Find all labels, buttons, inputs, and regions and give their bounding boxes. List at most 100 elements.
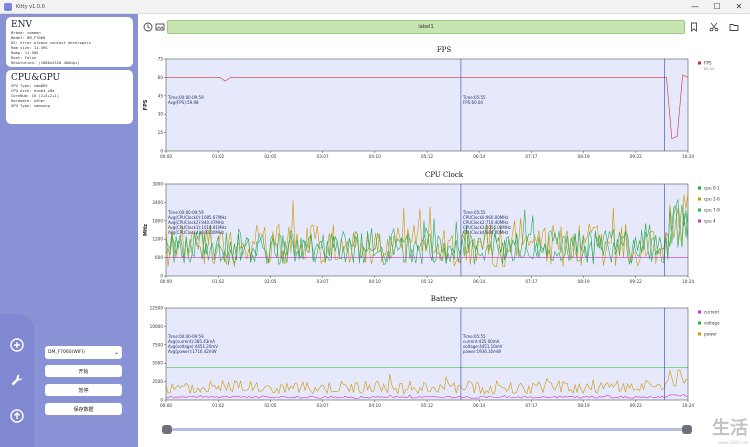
- y-axis-label: MHz: [143, 224, 149, 236]
- cpu-gpu-title: CPU&GPU: [11, 73, 61, 83]
- x-tick-label: 00:00: [160, 279, 172, 284]
- x-tick-label: 03:07: [317, 403, 329, 408]
- x-tick-label: 04:10: [369, 403, 381, 408]
- window-titlebar: Kitty v1.0.0 — ☐ ✕: [0, 0, 750, 14]
- x-tick-label: 07:17: [525, 403, 537, 408]
- window-title: Kitty v1.0.0: [16, 3, 45, 10]
- legend-swatch: [698, 197, 701, 201]
- legend-swatch: [698, 186, 701, 190]
- y-tick-label: 12500: [150, 306, 164, 311]
- cpu-clock-chart: 0 600 1200 1800 2400 3000 00:00 01:02 02:05 03:07…: [143, 182, 720, 285]
- x-tick-label: 00:00: [160, 154, 172, 159]
- timeline-start-handle[interactable]: [162, 425, 172, 434]
- x-tick-label: 08:19: [578, 403, 590, 408]
- y-tick-label: 10000: [150, 324, 164, 329]
- y-tick-label: 30: [158, 112, 164, 117]
- x-tick-label: 10:24: [682, 279, 694, 284]
- x-tick-label: 09:22: [630, 279, 642, 284]
- device-select[interactable]: DM_F7060(WIFI) ⌄: [45, 346, 122, 359]
- x-tick-label: 06:14: [473, 154, 485, 159]
- watermark-logo: 生活 www.3elife.net: [712, 414, 748, 445]
- plus-circle-icon[interactable]: [8, 336, 26, 354]
- plot-area: [165, 307, 689, 401]
- minimize-button[interactable]: —: [684, 0, 706, 14]
- legend-label: current: [704, 310, 719, 315]
- cpu-chart-title: CPU Clock: [424, 171, 464, 179]
- legend-label: cpu 4: [704, 219, 716, 224]
- legend-label: FPS: [704, 61, 712, 66]
- y-tick-label: 7500: [152, 342, 163, 347]
- env-line: Resolution: (1080x2520 400dpi): [11, 60, 80, 65]
- fps-chart-section: FPS 0 15 30 45 60 75 00:00 01:02 02:05 03:07 04:10…: [138, 46, 750, 168]
- clock-icon[interactable]: [142, 21, 154, 33]
- env-card: ENV Brand: common Model: DM_F7060 OS: er…: [6, 17, 133, 67]
- label-field[interactable]: label1: [167, 20, 685, 34]
- side-icon-strip: [0, 314, 34, 447]
- save-data-button[interactable]: 保存数据: [45, 403, 122, 415]
- x-tick-label: 09:22: [630, 154, 642, 159]
- y-tick-label: 1800: [152, 218, 163, 223]
- bookmark-icon[interactable]: [688, 21, 700, 33]
- y-tick-label: 0: [160, 274, 163, 279]
- legend-label: voltage: [704, 321, 720, 326]
- x-tick-label: 08:19: [578, 279, 590, 284]
- y-tick-label: 0: [160, 398, 163, 403]
- x-tick-label: 07:17: [525, 279, 537, 284]
- folder-icon[interactable]: [728, 21, 740, 33]
- legend-swatch: [698, 310, 701, 314]
- cpu-gpu-card: CPU&GPU CPU Type: sdm865 CPU Arch: arm64…: [6, 70, 133, 124]
- image-icon[interactable]: [154, 21, 166, 33]
- y-tick-label: 2500: [152, 379, 163, 384]
- x-tick-label: 04:10: [369, 154, 381, 159]
- x-tick-label: 06:14: [473, 403, 485, 408]
- x-tick-label: 06:14: [473, 279, 485, 284]
- env-title: ENV: [11, 20, 32, 30]
- annotation-text: Avg(CPUClock4):600.00MHz: [168, 230, 224, 235]
- close-button[interactable]: ✕: [728, 0, 750, 14]
- annotation-text: CPUClock4:600.00MHz: [463, 230, 508, 235]
- main-panel: label1 FPS 0 15 30 45 60 75 00:00 01:02 02:05 03:…: [138, 14, 750, 447]
- y-tick-label: 75: [158, 57, 164, 62]
- left-panel: ENV Brand: common Model: DM_F7060 OS: er…: [0, 14, 136, 447]
- legend-swatch: [698, 61, 701, 65]
- x-tick-label: 03:07: [317, 279, 329, 284]
- y-tick-label: 15: [158, 130, 164, 135]
- x-tick-label: 01:02: [212, 279, 224, 284]
- app-icon: [4, 2, 12, 11]
- x-tick-label: 10:24: [682, 154, 694, 159]
- legend-label: cpu 7-9: [704, 208, 720, 213]
- legend-label: cpu 0-1: [704, 186, 720, 191]
- legend-swatch: [698, 219, 701, 223]
- pause-button[interactable]: 暂停: [45, 384, 122, 396]
- wrench-icon[interactable]: [8, 371, 26, 389]
- battery-chart-section: Battery 0 2500 5000 7500 10000 12500 00:00 01:0…: [138, 295, 750, 419]
- x-tick-label: 05:12: [421, 279, 433, 284]
- y-tick-label: 60: [158, 75, 164, 80]
- x-tick-label: 02:05: [264, 403, 276, 408]
- legend-value: 60.04: [704, 67, 715, 71]
- cpu-clock-chart-section: CPU Clock 0 600 1200 1800 2400 3000 00:00 01:02…: [138, 171, 750, 295]
- x-tick-label: 02:05: [264, 154, 276, 159]
- timeline-slider[interactable]: [166, 428, 690, 431]
- chevron-down-icon: ⌄: [113, 349, 119, 356]
- maximize-button[interactable]: ☐: [706, 0, 728, 14]
- timeline-end-handle[interactable]: [682, 425, 692, 434]
- start-button[interactable]: 开始: [45, 365, 122, 377]
- y-axis-label: FPS: [143, 99, 149, 110]
- y-tick-label: 600: [155, 255, 163, 260]
- watermark-url: www.3elife.net: [718, 440, 748, 445]
- y-tick-label: 0: [160, 149, 163, 154]
- x-tick-label: 10:24: [682, 403, 694, 408]
- battery-chart-title: Battery: [430, 295, 458, 303]
- scissors-icon[interactable]: [708, 21, 720, 33]
- y-tick-label: 2400: [152, 200, 163, 205]
- fps-chart: 0 15 30 45 60 75 00:00 01:02 02:05 03:07 04:10 05:1…: [143, 57, 715, 160]
- x-tick-label: 02:05: [264, 279, 276, 284]
- annotation-text: power:1936.10mW: [463, 349, 501, 354]
- x-tick-label: 09:22: [630, 403, 642, 408]
- annotation-text: Avg(FPS):59.98: [168, 100, 199, 105]
- y-tick-label: 1200: [152, 237, 163, 242]
- upload-icon[interactable]: [8, 407, 26, 425]
- legend-label: power: [704, 332, 717, 337]
- x-tick-label: 01:02: [212, 154, 224, 159]
